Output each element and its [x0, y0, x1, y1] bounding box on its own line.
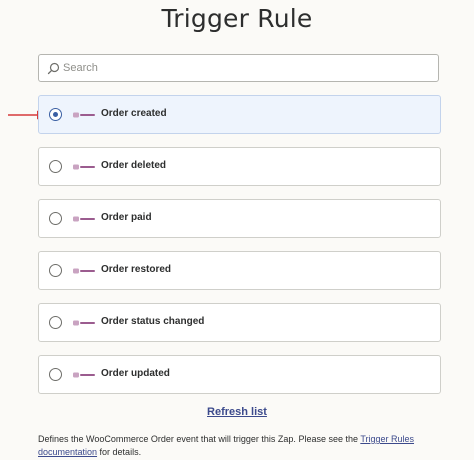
option-label: Order updated: [101, 368, 170, 379]
option-label: Order status changed: [101, 316, 205, 327]
help-text-before: Defines the WooCommerce Order event that…: [38, 434, 361, 444]
woocommerce-logo-icon: [73, 164, 95, 170]
radio-button[interactable]: [49, 160, 62, 173]
documentation-link[interactable]: documentation: [38, 447, 97, 457]
option-order-created[interactable]: Order created: [38, 95, 441, 134]
option-order-status-changed[interactable]: Order status changed: [38, 303, 441, 342]
woocommerce-logo-icon: [73, 372, 95, 378]
woocommerce-logo-icon: [73, 216, 95, 222]
option-order-deleted[interactable]: Order deleted: [38, 147, 441, 186]
option-label: Order restored: [101, 264, 172, 275]
radio-selected-dot: [53, 112, 58, 117]
option-label: Order deleted: [101, 160, 167, 171]
search-box[interactable]: [38, 54, 439, 82]
help-text: Defines the WooCommerce Order event that…: [38, 433, 448, 459]
search-icon: [47, 62, 60, 75]
trigger-rules-link[interactable]: Trigger Rules: [360, 434, 414, 444]
page-title: Trigger Rule: [161, 4, 313, 33]
option-order-paid[interactable]: Order paid: [38, 199, 441, 238]
woocommerce-logo-icon: [73, 112, 95, 118]
option-label: Order created: [101, 108, 167, 119]
help-text-after: for details.: [97, 447, 142, 457]
radio-button[interactable]: [49, 212, 62, 225]
radio-button[interactable]: [49, 108, 62, 121]
radio-button[interactable]: [49, 316, 62, 329]
refresh-list-link[interactable]: Refresh list: [0, 406, 474, 418]
radio-button[interactable]: [49, 368, 62, 381]
woocommerce-logo-icon: [73, 320, 95, 326]
woocommerce-logo-icon: [73, 268, 95, 274]
option-label: Order paid: [101, 212, 152, 223]
radio-button[interactable]: [49, 264, 62, 277]
option-order-restored[interactable]: Order restored: [38, 251, 441, 290]
option-order-updated[interactable]: Order updated: [38, 355, 441, 394]
search-input[interactable]: [63, 58, 423, 78]
